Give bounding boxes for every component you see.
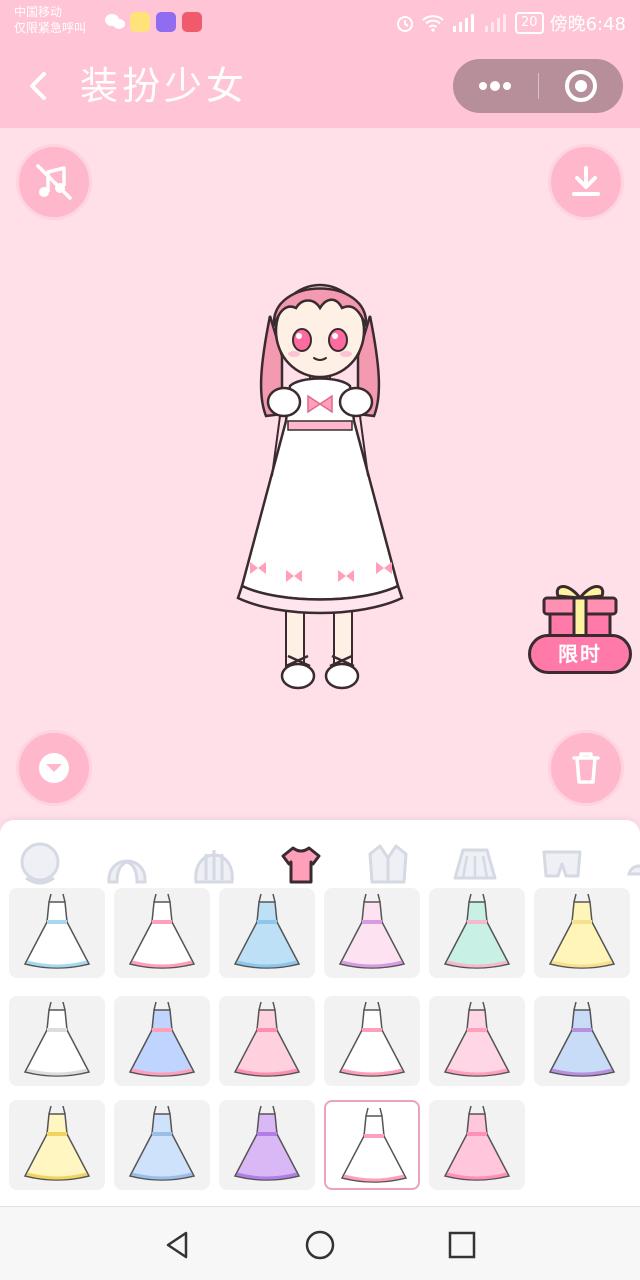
dress-item[interactable] xyxy=(534,996,630,1086)
chevron-left-icon xyxy=(30,72,46,100)
app-purple-icon xyxy=(156,12,176,32)
dress-item[interactable] xyxy=(324,996,420,1086)
dress-thumbnail xyxy=(548,1001,616,1077)
tshirt-icon xyxy=(281,846,321,884)
dress-item[interactable] xyxy=(114,1100,210,1190)
dress-thumbnail xyxy=(338,1001,406,1077)
dress-thumbnail xyxy=(233,1001,301,1077)
hair-back-icon xyxy=(194,850,234,884)
dress-item[interactable] xyxy=(114,996,210,1086)
dress-item[interactable] xyxy=(429,888,525,978)
dress-item[interactable] xyxy=(219,996,315,1086)
wechat-icon xyxy=(104,12,125,32)
face-icon xyxy=(20,842,60,885)
dress-thumbnail xyxy=(23,1105,91,1181)
alarm-icon xyxy=(397,16,414,32)
back-button[interactable] xyxy=(22,64,58,108)
dressup-stage: 限时 xyxy=(0,128,640,820)
gift-label: 限时 xyxy=(528,634,632,674)
dress-thumbnail xyxy=(340,1107,408,1183)
dress-thumbnail xyxy=(548,893,616,969)
dress-thumbnail xyxy=(443,1105,511,1181)
dress-item[interactable] xyxy=(324,1100,420,1190)
more-button[interactable] xyxy=(453,59,537,113)
target-close-icon xyxy=(565,70,597,102)
circle-home-icon xyxy=(305,1230,335,1260)
tab-shorts[interactable] xyxy=(538,840,586,888)
square-recent-icon xyxy=(448,1231,476,1259)
limited-gift-button[interactable]: 限时 xyxy=(524,578,636,682)
carrier-emergency: 仅限紧急呼叫 xyxy=(14,21,87,35)
dress-thumbnail xyxy=(23,893,91,969)
system-navigation-bar xyxy=(0,1206,640,1280)
clear-outfit-button[interactable] xyxy=(548,730,624,806)
shorts-icon xyxy=(542,850,582,878)
nav-back-button[interactable] xyxy=(158,1225,198,1265)
dress-item[interactable] xyxy=(9,1100,105,1190)
dress-thumbnail xyxy=(23,1001,91,1077)
page-title: 装扮少女 xyxy=(80,64,249,108)
tab-hair-front[interactable] xyxy=(103,840,151,888)
character-avatar xyxy=(236,283,404,690)
shoe-icon xyxy=(627,864,640,876)
music-toggle-button[interactable] xyxy=(16,144,92,220)
gift-icon xyxy=(542,585,618,642)
dress-thumbnail xyxy=(128,1001,196,1077)
download-button[interactable] xyxy=(548,144,624,220)
dress-thumbnail xyxy=(128,1105,196,1181)
notification-icons xyxy=(104,12,202,32)
tab-skirt[interactable] xyxy=(451,840,499,888)
dress-item[interactable] xyxy=(219,888,315,978)
carrier-name: 中国移动 xyxy=(14,5,63,19)
dress-grid xyxy=(0,888,640,1206)
tab-hair-back[interactable] xyxy=(190,840,238,888)
download-icon xyxy=(572,166,600,196)
wifi-icon xyxy=(422,15,444,32)
dress-thumbnail xyxy=(338,893,406,969)
tab-shoes[interactable] xyxy=(625,840,640,888)
dress-item[interactable] xyxy=(429,996,525,1086)
collapse-button[interactable] xyxy=(16,730,92,806)
tab-face[interactable] xyxy=(16,840,64,888)
tab-top[interactable] xyxy=(277,840,325,888)
triangle-back-icon xyxy=(166,1231,188,1259)
dress-item[interactable] xyxy=(429,1100,525,1190)
dress-item[interactable] xyxy=(114,888,210,978)
system-status: 20 傍晚6:48 xyxy=(395,10,626,36)
dress-item[interactable] xyxy=(534,888,630,978)
signal-2-icon xyxy=(485,14,507,32)
dress-thumbnail xyxy=(443,893,511,969)
trash-icon xyxy=(572,752,600,784)
skirt-icon xyxy=(453,848,497,880)
music-off-icon xyxy=(36,164,72,200)
nav-recent-button[interactable] xyxy=(442,1225,482,1265)
app-red-icon xyxy=(182,12,202,32)
dress-item[interactable] xyxy=(9,996,105,1086)
nav-home-button[interactable] xyxy=(300,1225,340,1265)
more-dots-icon xyxy=(479,81,511,91)
dress-thumbnail xyxy=(233,1105,301,1181)
status-bar: 中国移动 仅限紧急呼叫 20 傍晚6:48 xyxy=(0,0,640,44)
hair-front-icon xyxy=(107,859,147,884)
dress-thumbnail xyxy=(443,1001,511,1077)
dress-item[interactable] xyxy=(219,1100,315,1190)
clock: 傍晚6:48 xyxy=(549,14,626,35)
dress-item[interactable] xyxy=(324,888,420,978)
dress-thumbnail xyxy=(128,893,196,969)
chevron-down-icon xyxy=(39,753,69,783)
dress-item[interactable] xyxy=(9,888,105,978)
battery-indicator: 20 xyxy=(515,12,544,34)
app-100-icon xyxy=(130,12,150,32)
dress-thumbnail xyxy=(233,893,301,969)
tab-jacket[interactable] xyxy=(364,840,412,888)
carrier-info: 中国移动 仅限紧急呼叫 xyxy=(14,4,86,36)
close-button[interactable] xyxy=(539,59,623,113)
title-bar: 装扮少女 xyxy=(0,44,640,128)
mini-program-capsule xyxy=(453,59,623,113)
jacket-icon xyxy=(368,844,408,884)
wardrobe-panel xyxy=(0,820,640,1206)
signal-icon xyxy=(453,14,475,32)
